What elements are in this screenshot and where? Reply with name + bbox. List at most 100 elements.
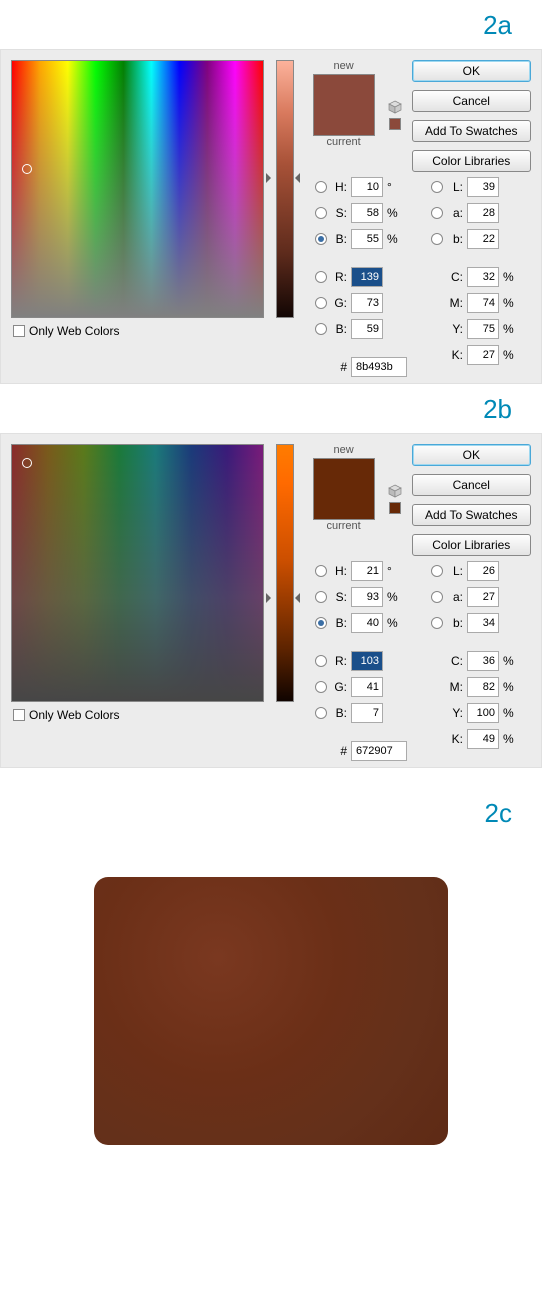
radio-l[interactable]	[431, 181, 443, 193]
hue-strip[interactable]	[276, 444, 294, 702]
label-g: G:	[331, 680, 347, 694]
hue-slider-handle[interactable]	[268, 593, 298, 603]
input-r[interactable]: 139	[351, 267, 383, 287]
only-web-colors-label: Only Web Colors	[29, 708, 119, 722]
unit-pct: %	[387, 206, 401, 220]
input-h[interactable]: 21	[351, 561, 383, 581]
unit-pct: %	[503, 654, 517, 668]
radio-r[interactable]	[315, 271, 327, 283]
unit-pct: %	[503, 706, 517, 720]
radio-r[interactable]	[315, 655, 327, 667]
radio-g[interactable]	[315, 297, 327, 309]
ok-button[interactable]: OK	[412, 60, 531, 82]
input-bv[interactable]: 55	[351, 229, 383, 249]
label-s: S:	[331, 590, 347, 604]
unit-pct: %	[503, 270, 517, 284]
label-l: L:	[447, 180, 463, 194]
radio-l[interactable]	[431, 565, 443, 577]
unit-pct: %	[503, 732, 517, 746]
label-r: R:	[331, 270, 347, 284]
input-s[interactable]: 93	[351, 587, 383, 607]
color-field[interactable]	[11, 60, 264, 318]
only-web-colors-label: Only Web Colors	[29, 324, 119, 338]
label-hash: #	[331, 360, 347, 374]
label-m: M:	[447, 296, 463, 310]
cancel-button[interactable]: Cancel	[412, 90, 531, 112]
input-bc[interactable]: 7	[351, 703, 383, 723]
input-hex[interactable]: 8b493b	[351, 357, 407, 377]
result-panel	[0, 837, 542, 1185]
input-y[interactable]: 75	[467, 319, 499, 339]
input-c[interactable]: 36	[467, 651, 499, 671]
input-r[interactable]: 103	[351, 651, 383, 671]
radio-a[interactable]	[431, 207, 443, 219]
input-hex[interactable]: 672907	[351, 741, 407, 761]
only-web-colors-checkbox[interactable]	[13, 325, 25, 337]
label-r: R:	[331, 654, 347, 668]
input-l[interactable]: 26	[467, 561, 499, 581]
websafe-swatch[interactable]	[389, 118, 401, 130]
unit-pct: %	[503, 348, 517, 362]
input-a[interactable]: 28	[467, 203, 499, 223]
new-color-swatch	[313, 458, 375, 520]
input-bl[interactable]: 22	[467, 229, 499, 249]
label-k: K:	[447, 732, 463, 746]
label-bv: B:	[331, 232, 347, 246]
input-s[interactable]: 58	[351, 203, 383, 223]
label-y: Y:	[447, 322, 463, 336]
radio-b[interactable]	[315, 617, 327, 629]
figure-label-2b: 2b	[0, 384, 542, 433]
only-web-colors-checkbox[interactable]	[13, 709, 25, 721]
input-bc[interactable]: 59	[351, 319, 383, 339]
input-m[interactable]: 82	[467, 677, 499, 697]
label-bl: b:	[447, 616, 463, 630]
hue-strip[interactable]	[276, 60, 294, 318]
input-l[interactable]: 39	[467, 177, 499, 197]
radio-a[interactable]	[431, 591, 443, 603]
unit-pct: %	[503, 322, 517, 336]
input-c[interactable]: 32	[467, 267, 499, 287]
radio-s[interactable]	[315, 207, 327, 219]
input-k[interactable]: 27	[467, 345, 499, 365]
websafe-swatch[interactable]	[389, 502, 401, 514]
radio-bl[interactable]	[431, 233, 443, 245]
radio-b[interactable]	[315, 233, 327, 245]
input-y[interactable]: 100	[467, 703, 499, 723]
input-g[interactable]: 41	[351, 677, 383, 697]
add-to-swatches-button[interactable]: Add To Swatches	[412, 504, 531, 526]
unit-deg: °	[387, 180, 401, 194]
label-c: C:	[447, 654, 463, 668]
radio-g[interactable]	[315, 681, 327, 693]
color-libraries-button[interactable]: Color Libraries	[412, 534, 531, 556]
input-m[interactable]: 74	[467, 293, 499, 313]
radio-bl[interactable]	[431, 617, 443, 629]
label-c: C:	[447, 270, 463, 284]
input-h[interactable]: 10	[351, 177, 383, 197]
label-hash: #	[331, 744, 347, 758]
radio-bc[interactable]	[315, 323, 327, 335]
hue-slider-handle[interactable]	[268, 173, 298, 183]
label-a: a:	[447, 206, 463, 220]
radio-s[interactable]	[315, 591, 327, 603]
radio-h[interactable]	[315, 565, 327, 577]
radio-bc[interactable]	[315, 707, 327, 719]
label-bl: b:	[447, 232, 463, 246]
input-g[interactable]: 73	[351, 293, 383, 313]
unit-pct: %	[387, 616, 401, 630]
label-s: S:	[331, 206, 347, 220]
radio-h[interactable]	[315, 181, 327, 193]
label-h: H:	[331, 180, 347, 194]
color-libraries-button[interactable]: Color Libraries	[412, 150, 531, 172]
input-k[interactable]: 49	[467, 729, 499, 749]
ok-button[interactable]: OK	[412, 444, 531, 466]
input-bv[interactable]: 40	[351, 613, 383, 633]
cancel-button[interactable]: Cancel	[412, 474, 531, 496]
result-swatch	[94, 877, 448, 1145]
label-bv: B:	[331, 616, 347, 630]
color-field[interactable]	[11, 444, 264, 702]
unit-pct: %	[503, 296, 517, 310]
add-to-swatches-button[interactable]: Add To Swatches	[412, 120, 531, 142]
input-a[interactable]: 27	[467, 587, 499, 607]
input-bl[interactable]: 34	[467, 613, 499, 633]
label-l: L:	[447, 564, 463, 578]
